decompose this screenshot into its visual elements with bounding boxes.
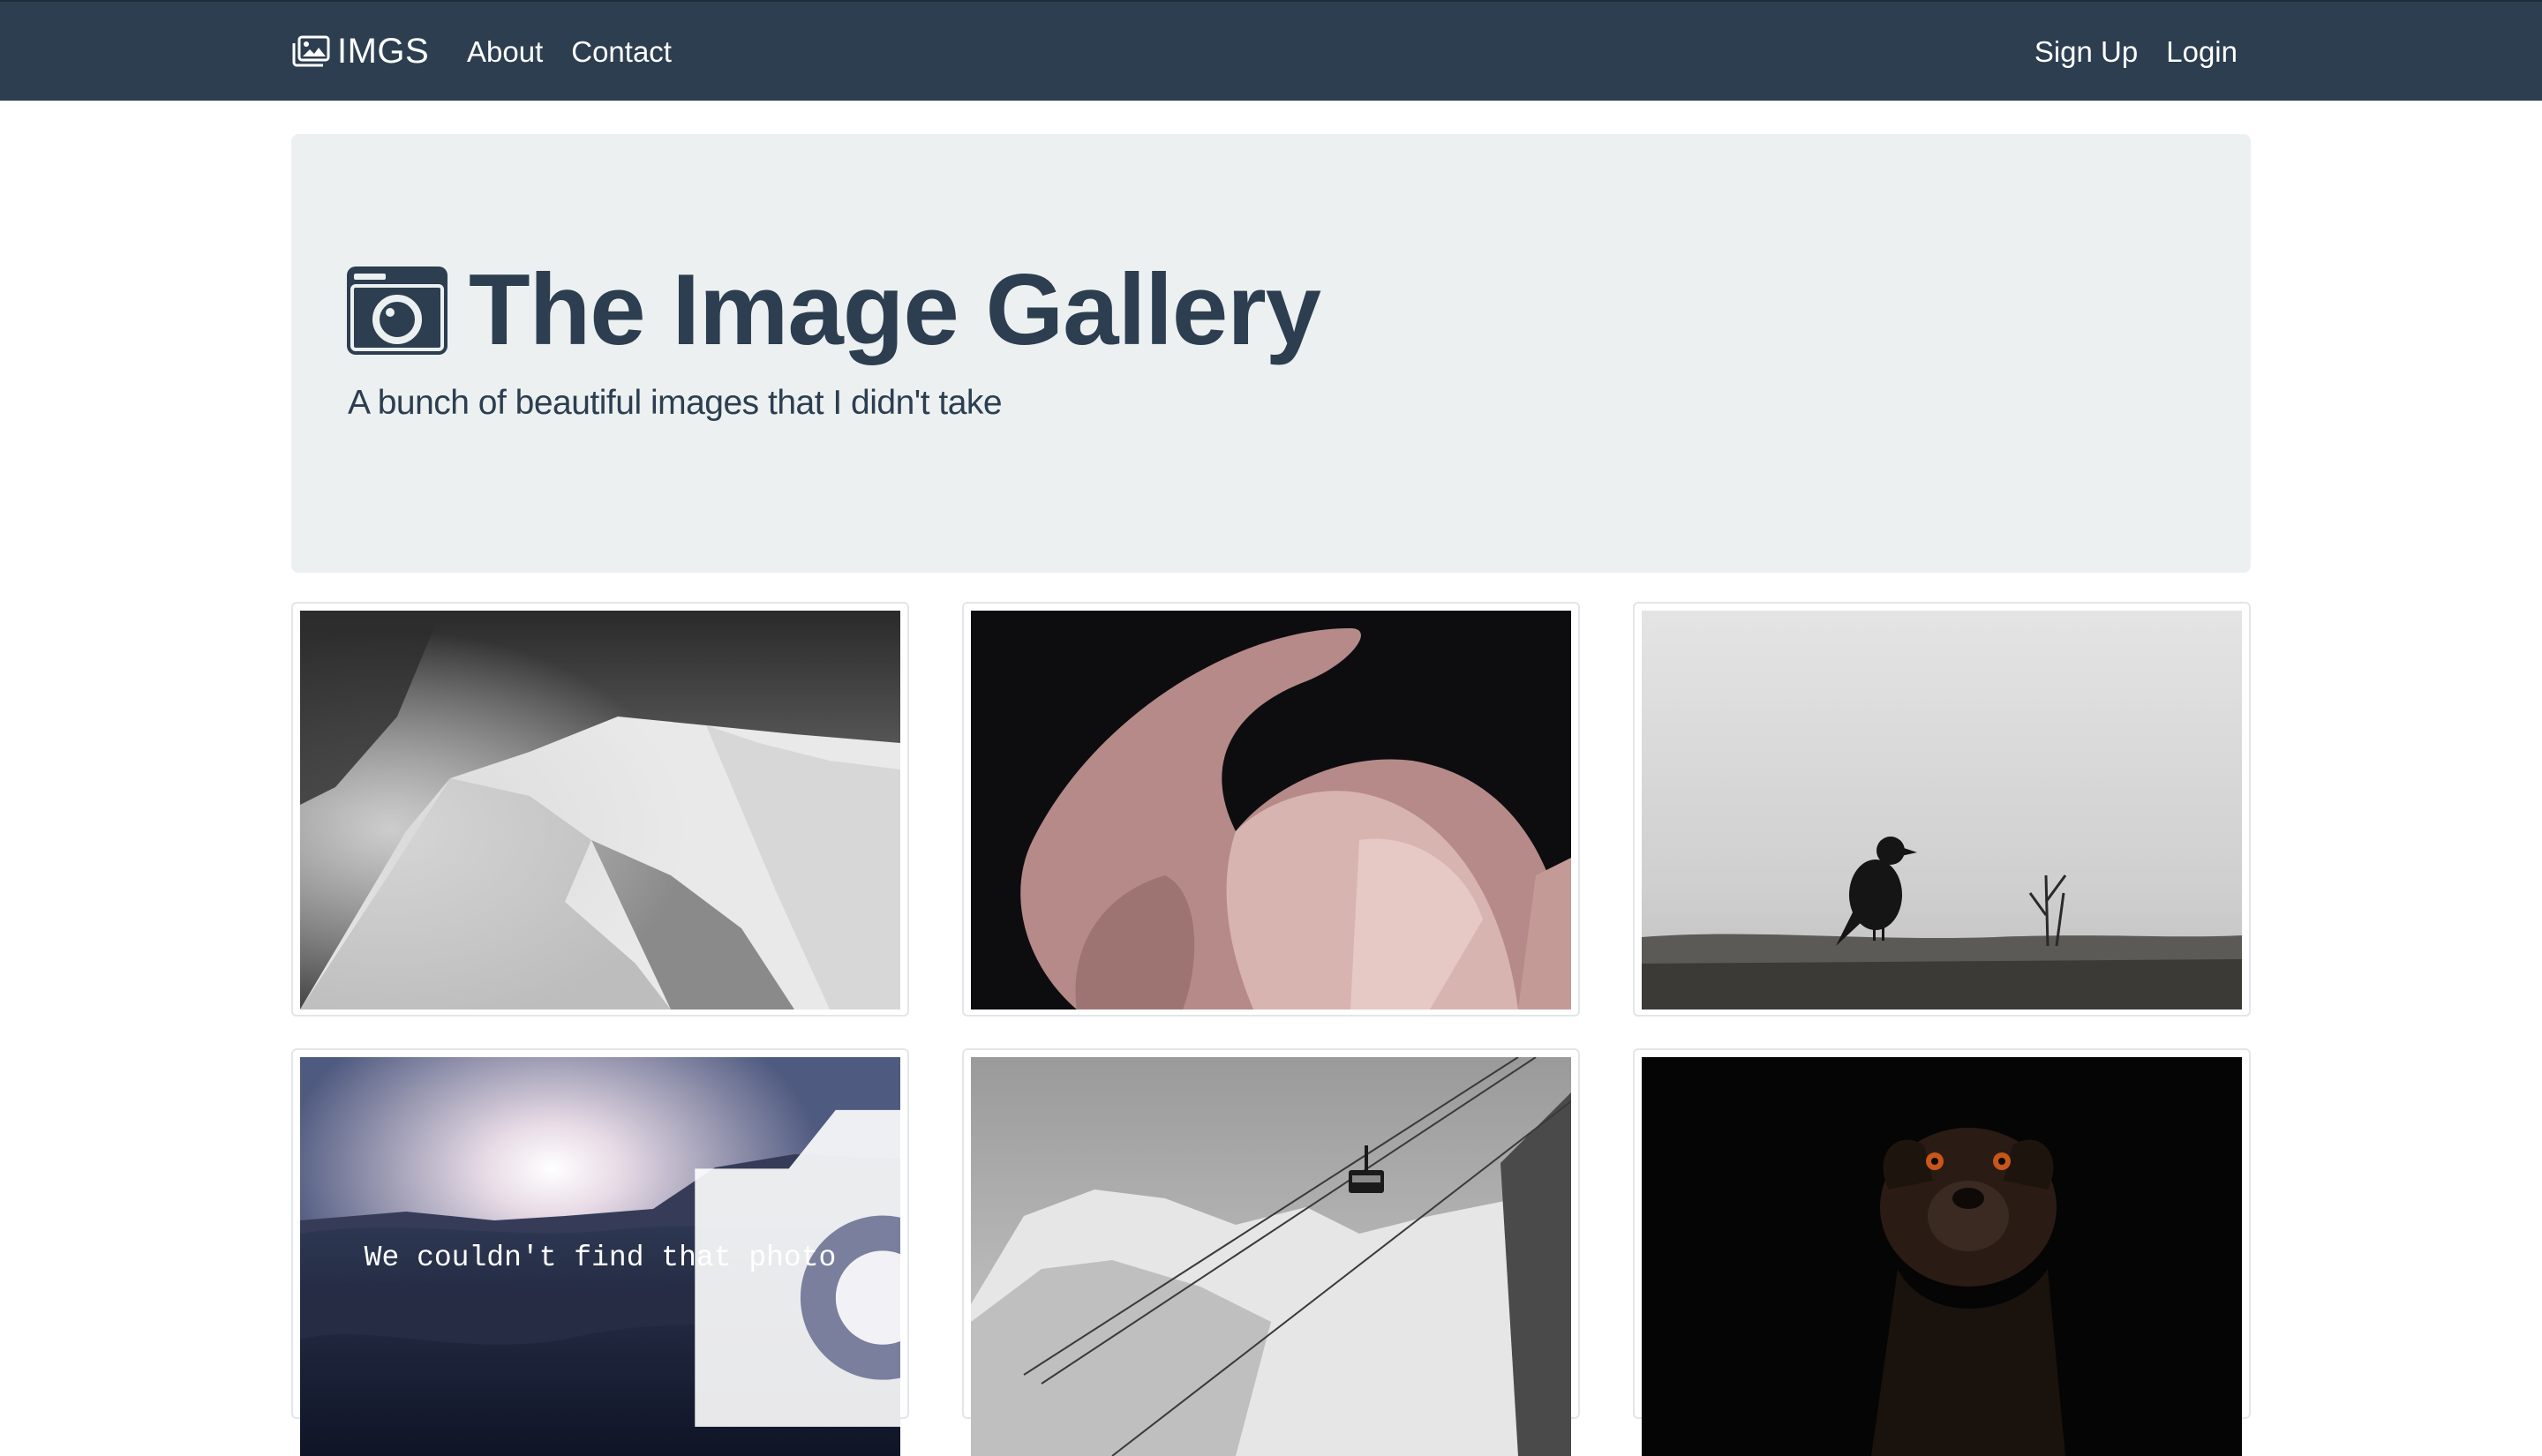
jumbotron: The Image Gallery A bunch of beautiful i… [291,134,2251,573]
brand-link[interactable]: IMGS [291,32,429,71]
gallery-card[interactable] [1633,602,2251,1017]
gallery-photo-ocean-sunset[interactable]: We couldn't find that photo [300,1057,900,1456]
gallery-photo-cable-car[interactable] [971,1057,1571,1456]
nav-links-right: Sign Up Login [2034,35,2237,69]
gallery-card[interactable] [1633,1048,2251,1456]
nav-link-sign-up[interactable]: Sign Up [2034,35,2138,69]
page-subtitle: A bunch of beautiful images that I didn'… [348,384,1003,422]
photo-error-message: We couldn't find that photo [364,1242,837,1274]
nav-links-left: About Contact [467,35,672,69]
nav-link-contact[interactable]: Contact [571,35,672,69]
gallery-card[interactable] [291,602,909,1017]
camera-icon [347,266,447,355]
gallery-card[interactable] [962,1048,1580,1456]
gallery-card[interactable] [962,602,1580,1017]
gallery-photo-snowy-mountain[interactable] [300,611,900,1009]
nav-link-about[interactable]: About [467,35,543,69]
nav-link-login[interactable]: Login [2166,35,2237,69]
navbar: IMGS About Contact Sign Up Login [0,0,2542,101]
gallery-photo-dog[interactable] [1642,1057,2242,1456]
gallery-photo-crow[interactable] [1642,611,2242,1009]
gallery-photo-flamingo[interactable] [971,611,1571,1009]
brand-name: IMGS [337,32,430,71]
page-title-text: The Image Gallery [469,254,1321,366]
gallery-card[interactable]: We couldn't find that photo [291,1048,909,1456]
images-icon [292,35,330,67]
page-title: The Image Gallery [347,254,1321,366]
